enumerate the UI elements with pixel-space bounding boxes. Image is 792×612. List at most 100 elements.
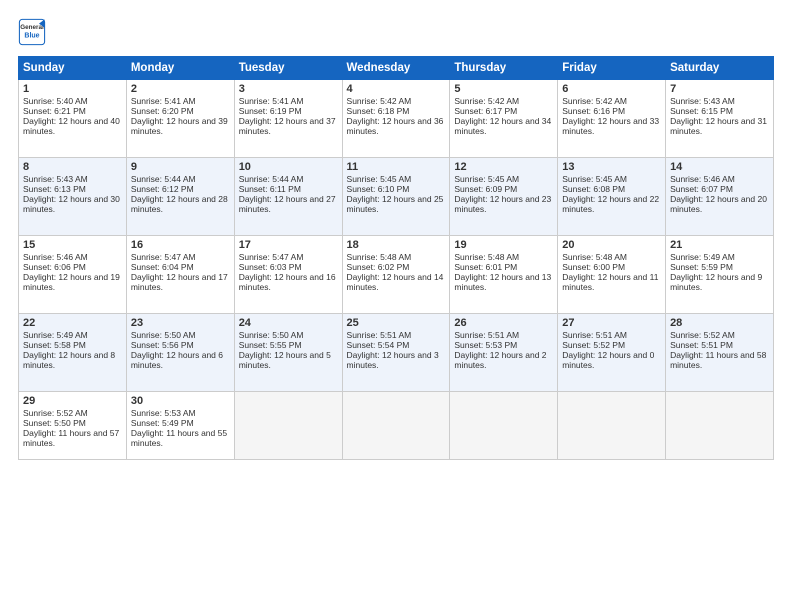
sunrise-text: Sunrise: 5:46 AM bbox=[670, 174, 735, 184]
sunrise-text: Sunrise: 5:42 AM bbox=[562, 96, 627, 106]
sunrise-text: Sunrise: 5:40 AM bbox=[23, 96, 88, 106]
sunrise-text: Sunrise: 5:53 AM bbox=[131, 408, 196, 418]
calendar-week-row: 1Sunrise: 5:40 AMSunset: 6:21 PMDaylight… bbox=[19, 80, 774, 158]
calendar-cell: 29Sunrise: 5:52 AMSunset: 5:50 PMDayligh… bbox=[19, 392, 127, 460]
sunset-text: Sunset: 6:15 PM bbox=[670, 106, 733, 116]
calendar-cell: 27Sunrise: 5:51 AMSunset: 5:52 PMDayligh… bbox=[558, 314, 666, 392]
day-number: 12 bbox=[454, 161, 553, 173]
daylight-text: Daylight: 11 hours and 58 minutes. bbox=[670, 350, 766, 370]
sunset-text: Sunset: 6:18 PM bbox=[347, 106, 410, 116]
sunset-text: Sunset: 6:07 PM bbox=[670, 184, 733, 194]
page-header: General Blue bbox=[18, 18, 774, 46]
day-number: 13 bbox=[562, 161, 661, 173]
calendar-cell bbox=[450, 392, 558, 460]
sunrise-text: Sunrise: 5:51 AM bbox=[562, 330, 627, 340]
calendar-cell: 12Sunrise: 5:45 AMSunset: 6:09 PMDayligh… bbox=[450, 158, 558, 236]
day-number: 26 bbox=[454, 317, 553, 329]
daylight-text: Daylight: 12 hours and 3 minutes. bbox=[347, 350, 439, 370]
sunrise-text: Sunrise: 5:50 AM bbox=[239, 330, 304, 340]
calendar-cell: 26Sunrise: 5:51 AMSunset: 5:53 PMDayligh… bbox=[450, 314, 558, 392]
calendar-cell bbox=[234, 392, 342, 460]
day-number: 23 bbox=[131, 317, 230, 329]
sunrise-text: Sunrise: 5:47 AM bbox=[131, 252, 196, 262]
day-number: 21 bbox=[670, 239, 769, 251]
sunrise-text: Sunrise: 5:46 AM bbox=[23, 252, 88, 262]
calendar-cell: 9Sunrise: 5:44 AMSunset: 6:12 PMDaylight… bbox=[126, 158, 234, 236]
sunset-text: Sunset: 6:06 PM bbox=[23, 262, 86, 272]
sunrise-text: Sunrise: 5:48 AM bbox=[454, 252, 519, 262]
daylight-text: Daylight: 12 hours and 25 minutes. bbox=[347, 194, 444, 214]
daylight-text: Daylight: 12 hours and 31 minutes. bbox=[670, 116, 767, 136]
sunset-text: Sunset: 6:20 PM bbox=[131, 106, 194, 116]
daylight-text: Daylight: 12 hours and 40 minutes. bbox=[23, 116, 120, 136]
calendar-cell: 23Sunrise: 5:50 AMSunset: 5:56 PMDayligh… bbox=[126, 314, 234, 392]
sunset-text: Sunset: 6:09 PM bbox=[454, 184, 517, 194]
day-number: 9 bbox=[131, 161, 230, 173]
sunset-text: Sunset: 6:10 PM bbox=[347, 184, 410, 194]
calendar-cell: 1Sunrise: 5:40 AMSunset: 6:21 PMDaylight… bbox=[19, 80, 127, 158]
sunset-text: Sunset: 5:49 PM bbox=[131, 418, 194, 428]
day-number: 27 bbox=[562, 317, 661, 329]
calendar-cell: 15Sunrise: 5:46 AMSunset: 6:06 PMDayligh… bbox=[19, 236, 127, 314]
calendar-cell bbox=[666, 392, 774, 460]
daylight-text: Daylight: 12 hours and 8 minutes. bbox=[23, 350, 115, 370]
calendar-cell: 21Sunrise: 5:49 AMSunset: 5:59 PMDayligh… bbox=[666, 236, 774, 314]
sunrise-text: Sunrise: 5:45 AM bbox=[562, 174, 627, 184]
daylight-text: Daylight: 11 hours and 57 minutes. bbox=[23, 428, 119, 448]
daylight-text: Daylight: 12 hours and 11 minutes. bbox=[562, 272, 658, 292]
sunset-text: Sunset: 6:03 PM bbox=[239, 262, 302, 272]
calendar-header-row: Sunday Monday Tuesday Wednesday Thursday… bbox=[19, 57, 774, 80]
calendar-cell: 16Sunrise: 5:47 AMSunset: 6:04 PMDayligh… bbox=[126, 236, 234, 314]
sunset-text: Sunset: 6:02 PM bbox=[347, 262, 410, 272]
svg-text:General: General bbox=[20, 24, 44, 31]
sunset-text: Sunset: 6:19 PM bbox=[239, 106, 302, 116]
day-number: 18 bbox=[347, 239, 446, 251]
day-number: 22 bbox=[23, 317, 122, 329]
sunset-text: Sunset: 6:12 PM bbox=[131, 184, 194, 194]
calendar-cell: 20Sunrise: 5:48 AMSunset: 6:00 PMDayligh… bbox=[558, 236, 666, 314]
calendar-week-row: 15Sunrise: 5:46 AMSunset: 6:06 PMDayligh… bbox=[19, 236, 774, 314]
daylight-text: Daylight: 12 hours and 17 minutes. bbox=[131, 272, 228, 292]
sunset-text: Sunset: 6:21 PM bbox=[23, 106, 86, 116]
calendar-cell: 6Sunrise: 5:42 AMSunset: 6:16 PMDaylight… bbox=[558, 80, 666, 158]
sunrise-text: Sunrise: 5:41 AM bbox=[239, 96, 304, 106]
sunrise-text: Sunrise: 5:41 AM bbox=[131, 96, 196, 106]
calendar-cell: 22Sunrise: 5:49 AMSunset: 5:58 PMDayligh… bbox=[19, 314, 127, 392]
sunrise-text: Sunrise: 5:43 AM bbox=[23, 174, 88, 184]
col-monday: Monday bbox=[126, 57, 234, 80]
daylight-text: Daylight: 12 hours and 23 minutes. bbox=[454, 194, 551, 214]
day-number: 2 bbox=[131, 83, 230, 95]
sunset-text: Sunset: 6:13 PM bbox=[23, 184, 86, 194]
sunset-text: Sunset: 6:16 PM bbox=[562, 106, 625, 116]
calendar-week-row: 29Sunrise: 5:52 AMSunset: 5:50 PMDayligh… bbox=[19, 392, 774, 460]
col-saturday: Saturday bbox=[666, 57, 774, 80]
calendar-cell: 7Sunrise: 5:43 AMSunset: 6:15 PMDaylight… bbox=[666, 80, 774, 158]
sunset-text: Sunset: 5:59 PM bbox=[670, 262, 733, 272]
day-number: 11 bbox=[347, 161, 446, 173]
sunrise-text: Sunrise: 5:44 AM bbox=[131, 174, 196, 184]
day-number: 3 bbox=[239, 83, 338, 95]
day-number: 10 bbox=[239, 161, 338, 173]
day-number: 30 bbox=[131, 395, 230, 407]
daylight-text: Daylight: 12 hours and 19 minutes. bbox=[23, 272, 120, 292]
calendar-cell: 30Sunrise: 5:53 AMSunset: 5:49 PMDayligh… bbox=[126, 392, 234, 460]
day-number: 5 bbox=[454, 83, 553, 95]
sunset-text: Sunset: 5:54 PM bbox=[347, 340, 410, 350]
daylight-text: Daylight: 12 hours and 16 minutes. bbox=[239, 272, 336, 292]
day-number: 15 bbox=[23, 239, 122, 251]
calendar-cell: 19Sunrise: 5:48 AMSunset: 6:01 PMDayligh… bbox=[450, 236, 558, 314]
sunrise-text: Sunrise: 5:49 AM bbox=[670, 252, 735, 262]
day-number: 1 bbox=[23, 83, 122, 95]
sunrise-text: Sunrise: 5:51 AM bbox=[347, 330, 412, 340]
sunrise-text: Sunrise: 5:42 AM bbox=[454, 96, 519, 106]
calendar-week-row: 22Sunrise: 5:49 AMSunset: 5:58 PMDayligh… bbox=[19, 314, 774, 392]
sunset-text: Sunset: 6:00 PM bbox=[562, 262, 625, 272]
sunrise-text: Sunrise: 5:47 AM bbox=[239, 252, 304, 262]
svg-text:Blue: Blue bbox=[24, 33, 39, 40]
day-number: 8 bbox=[23, 161, 122, 173]
day-number: 24 bbox=[239, 317, 338, 329]
calendar-cell: 13Sunrise: 5:45 AMSunset: 6:08 PMDayligh… bbox=[558, 158, 666, 236]
day-number: 20 bbox=[562, 239, 661, 251]
daylight-text: Daylight: 12 hours and 34 minutes. bbox=[454, 116, 551, 136]
sunrise-text: Sunrise: 5:48 AM bbox=[562, 252, 627, 262]
